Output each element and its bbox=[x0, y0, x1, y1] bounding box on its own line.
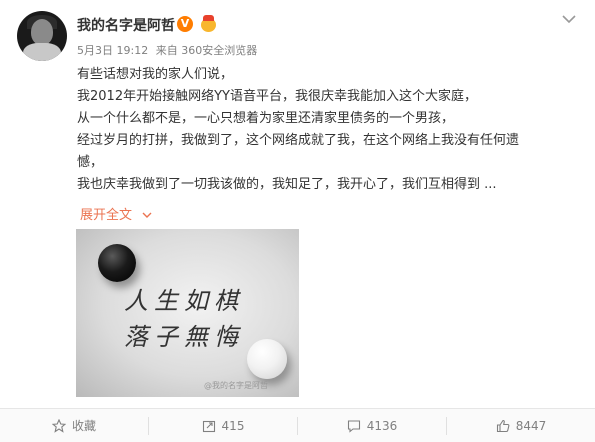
post-image[interactable]: 人生如棋 落子無悔 @我的名字是阿哲 bbox=[76, 229, 299, 397]
like-count: 8447 bbox=[515, 418, 547, 433]
member-crown-icon bbox=[199, 15, 218, 33]
comment-icon bbox=[347, 419, 360, 433]
calligraphy-line: 人生如棋 bbox=[124, 287, 244, 315]
expand-label: 展开全文 bbox=[80, 208, 133, 223]
like-button[interactable]: 8447 bbox=[447, 409, 595, 442]
post-line: 我2012年开始接触网络YY语音平台，我很庆幸我能加入这个大家庭， bbox=[77, 89, 477, 104]
post-date[interactable]: 5月3日 19:12 bbox=[77, 44, 148, 57]
repost-count: 415 bbox=[221, 418, 245, 433]
repost-button[interactable]: 415 bbox=[149, 409, 297, 442]
expand-full-text-button[interactable]: 展开全文 bbox=[80, 204, 152, 223]
white-go-stone bbox=[247, 339, 287, 379]
calligraphy-line: 落子無悔 bbox=[124, 323, 244, 351]
verified-badge: V bbox=[177, 16, 193, 32]
black-go-stone bbox=[98, 244, 136, 282]
chevron-down-icon[interactable] bbox=[561, 12, 577, 26]
post-line: 憾， bbox=[77, 155, 104, 170]
comment-count: 4136 bbox=[366, 418, 398, 433]
avatar[interactable] bbox=[17, 11, 67, 61]
share-icon bbox=[202, 420, 215, 432]
thumbs-up-icon bbox=[496, 419, 510, 432]
post-line: 有些话想对我的家人们说， bbox=[77, 67, 234, 82]
comment-button[interactable]: 4136 bbox=[298, 409, 446, 442]
action-bar: 收藏 415 4136 8447 bbox=[0, 409, 595, 442]
image-watermark: @我的名字是阿哲 bbox=[204, 381, 268, 390]
post-text: 有些话想对我的家人们说， 我2012年开始接触网络YY语音平台，我很庆幸我能加入… bbox=[77, 64, 557, 196]
post-source: 来自 360安全浏览器 bbox=[155, 44, 258, 57]
chevron-down-icon bbox=[142, 212, 152, 218]
username[interactable]: 我的名字是阿哲 bbox=[77, 15, 175, 35]
post-line: 我也庆幸我做到了一切我该做的，我知足了，我开心了，我们互相得到 ... bbox=[77, 177, 497, 192]
post-line: 从一个什么都不是，一心只想着为家里还清家里债务的一个男孩， bbox=[77, 111, 455, 126]
favorite-button[interactable]: 收藏 bbox=[0, 409, 148, 442]
post-meta: 5月3日 19:12 来自 360安全浏览器 bbox=[77, 42, 261, 58]
post-line: 经过岁月的打拼，我做到了，这个网络成就了我，在这个网络上我没有任何遗 bbox=[77, 133, 520, 148]
favorite-label: 收藏 bbox=[71, 419, 96, 433]
star-icon bbox=[51, 418, 66, 433]
